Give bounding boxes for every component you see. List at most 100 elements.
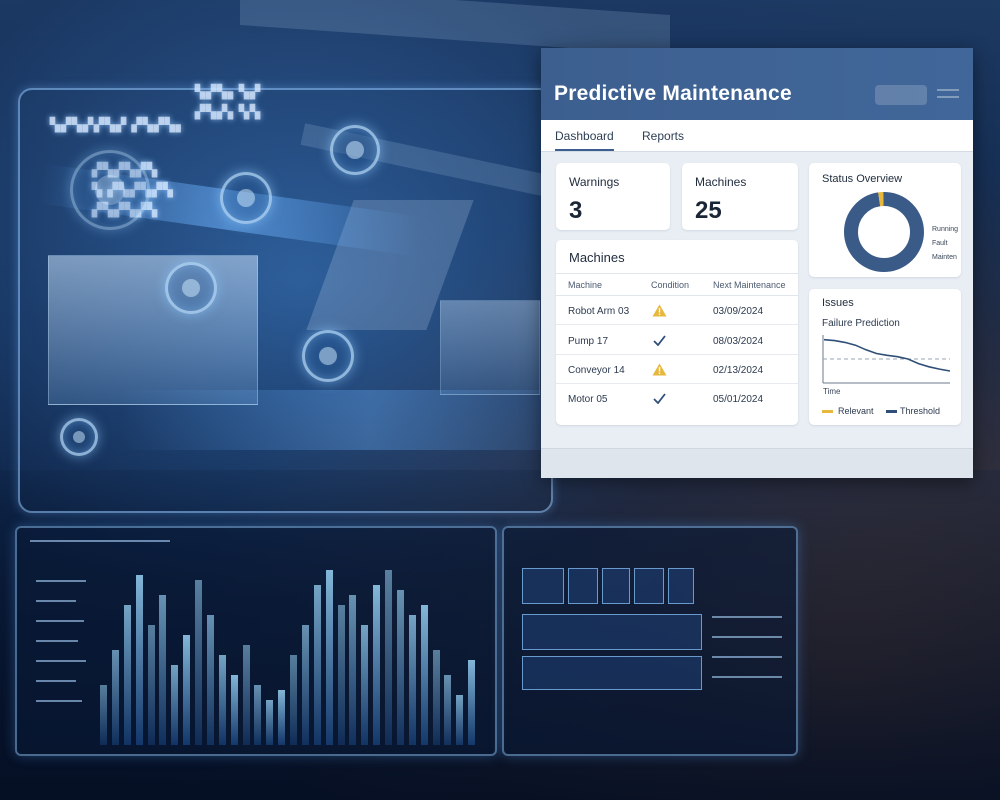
holographic-bar <box>171 665 179 745</box>
failure-prediction-chart <box>822 335 951 384</box>
table-row[interactable]: Robot Arm 03 03/09/2024 <box>556 296 798 325</box>
issues-title: Issues <box>822 297 854 309</box>
legend-swatch-threshold <box>886 410 897 413</box>
machine-name: Motor 05 <box>568 394 608 405</box>
machines-card[interactable]: Machines 25 <box>682 163 798 230</box>
holographic-bar <box>456 695 464 745</box>
sensor-indicator <box>70 150 150 230</box>
predictive-maintenance-dashboard: Predictive Maintenance Dashboard Reports… <box>541 48 973 478</box>
sensor-indicator <box>220 172 272 224</box>
panel-text-line <box>36 640 78 642</box>
holographic-bar <box>408 615 416 745</box>
warnings-count: 3 <box>569 197 583 224</box>
header-search-pill[interactable] <box>875 85 927 105</box>
warning-triangle-icon <box>652 304 667 317</box>
panel-text-line <box>712 636 782 638</box>
warnings-card[interactable]: Warnings 3 <box>556 163 670 230</box>
holographic-bar <box>290 655 297 745</box>
machine-name: Conveyor 14 <box>568 365 625 376</box>
warnings-label: Warnings <box>569 175 620 189</box>
legend-maintenance: Mainten <box>932 254 957 261</box>
holographic-bar <box>159 595 167 745</box>
table-divider <box>556 273 798 274</box>
holo-grid-cell <box>568 568 598 604</box>
holo-grid-cell <box>522 614 702 650</box>
holographic-bar <box>195 580 202 745</box>
next-maintenance-date: 08/03/2024 <box>713 336 764 347</box>
panel-text-line <box>712 616 782 618</box>
next-maintenance-date: 05/01/2024 <box>713 394 764 405</box>
holographic-bar <box>147 625 155 745</box>
holographic-bar <box>111 650 119 745</box>
legend-threshold: Threshold <box>900 406 941 416</box>
panel-text-line <box>36 700 82 702</box>
holographic-bar <box>135 575 143 745</box>
holographic-bar <box>396 590 404 745</box>
holographic-bar <box>254 685 262 745</box>
panel-text-line <box>36 580 86 582</box>
machine-name: Robot Arm 03 <box>568 306 630 317</box>
table-row[interactable]: Motor 05 05/01/2024 <box>556 384 798 413</box>
holographic-bar <box>432 650 440 745</box>
failure-prediction-title: Failure Prediction <box>822 318 900 329</box>
machines-table-card: Machines Machine Condition Next Maintena… <box>556 240 798 425</box>
sensor-indicator <box>165 262 217 314</box>
holographic-bar <box>349 595 357 745</box>
tab-bar: Dashboard Reports <box>541 120 973 152</box>
holo-grid-cell <box>602 568 630 604</box>
hamburger-menu-icon[interactable] <box>937 89 959 103</box>
holographic-bar <box>266 700 274 745</box>
checkmark-icon <box>653 335 666 346</box>
app-header: Predictive Maintenance <box>541 48 973 120</box>
holographic-bar <box>337 605 345 745</box>
holo-grid-cell <box>522 568 564 604</box>
ceiling-beam <box>240 0 670 56</box>
donut-slice-running <box>844 192 924 272</box>
status-overview-card: Status Overview Running Fault Mainten <box>809 163 961 277</box>
sensor-indicator <box>330 125 380 175</box>
panel-text-line <box>712 676 782 678</box>
holographic-bar <box>420 605 428 745</box>
next-maintenance-date: 02/13/2024 <box>713 365 764 376</box>
holographic-bar <box>242 645 250 745</box>
holographic-bar <box>100 685 107 745</box>
machines-table-title: Machines <box>569 250 625 265</box>
checkmark-icon <box>653 393 666 404</box>
holographic-bar <box>373 585 381 745</box>
holo-grid-cell <box>668 568 694 604</box>
status-donut-chart <box>844 192 924 272</box>
status-overview-title: Status Overview <box>822 173 903 185</box>
sensor-indicator <box>60 418 98 456</box>
holographic-bar <box>468 660 476 745</box>
legend-relevant: Relevant <box>838 406 874 416</box>
holo-grid-cell <box>522 656 702 690</box>
machines-count: 25 <box>695 197 722 224</box>
panel-text-line <box>36 600 76 602</box>
legend-running: Running <box>932 226 959 233</box>
machines-label: Machines <box>695 175 747 189</box>
table-row[interactable]: Conveyor 14 02/13/2024 <box>556 355 798 384</box>
holographic-bar <box>218 655 226 745</box>
table-row[interactable]: Pump 17 08/03/2024 <box>556 326 798 355</box>
holographic-bars <box>100 560 480 745</box>
panel-text-line <box>30 540 170 542</box>
tab-dashboard[interactable]: Dashboard <box>555 129 614 151</box>
holographic-bar <box>278 690 286 745</box>
failure-prediction-line <box>823 338 951 372</box>
next-maintenance-date: 03/09/2024 <box>713 306 764 317</box>
holo-grid-cell <box>634 568 664 604</box>
panel-text-line <box>712 656 782 658</box>
panel-text-line <box>36 660 86 662</box>
x-axis-label: Time <box>823 387 841 396</box>
holographic-bar <box>230 675 238 745</box>
legend-fault: Fault <box>932 240 948 247</box>
legend-swatch-relevant <box>822 410 833 413</box>
machine-name: Pump 17 <box>568 336 609 347</box>
warning-triangle-icon <box>652 363 667 376</box>
dashboard-footer <box>541 448 973 478</box>
holographic-bar <box>385 570 392 745</box>
holographic-bar <box>313 585 321 745</box>
table-header: Machine Condition Next Maintenance <box>556 280 798 296</box>
tab-reports[interactable]: Reports <box>642 129 684 143</box>
holographic-bar <box>325 570 333 745</box>
